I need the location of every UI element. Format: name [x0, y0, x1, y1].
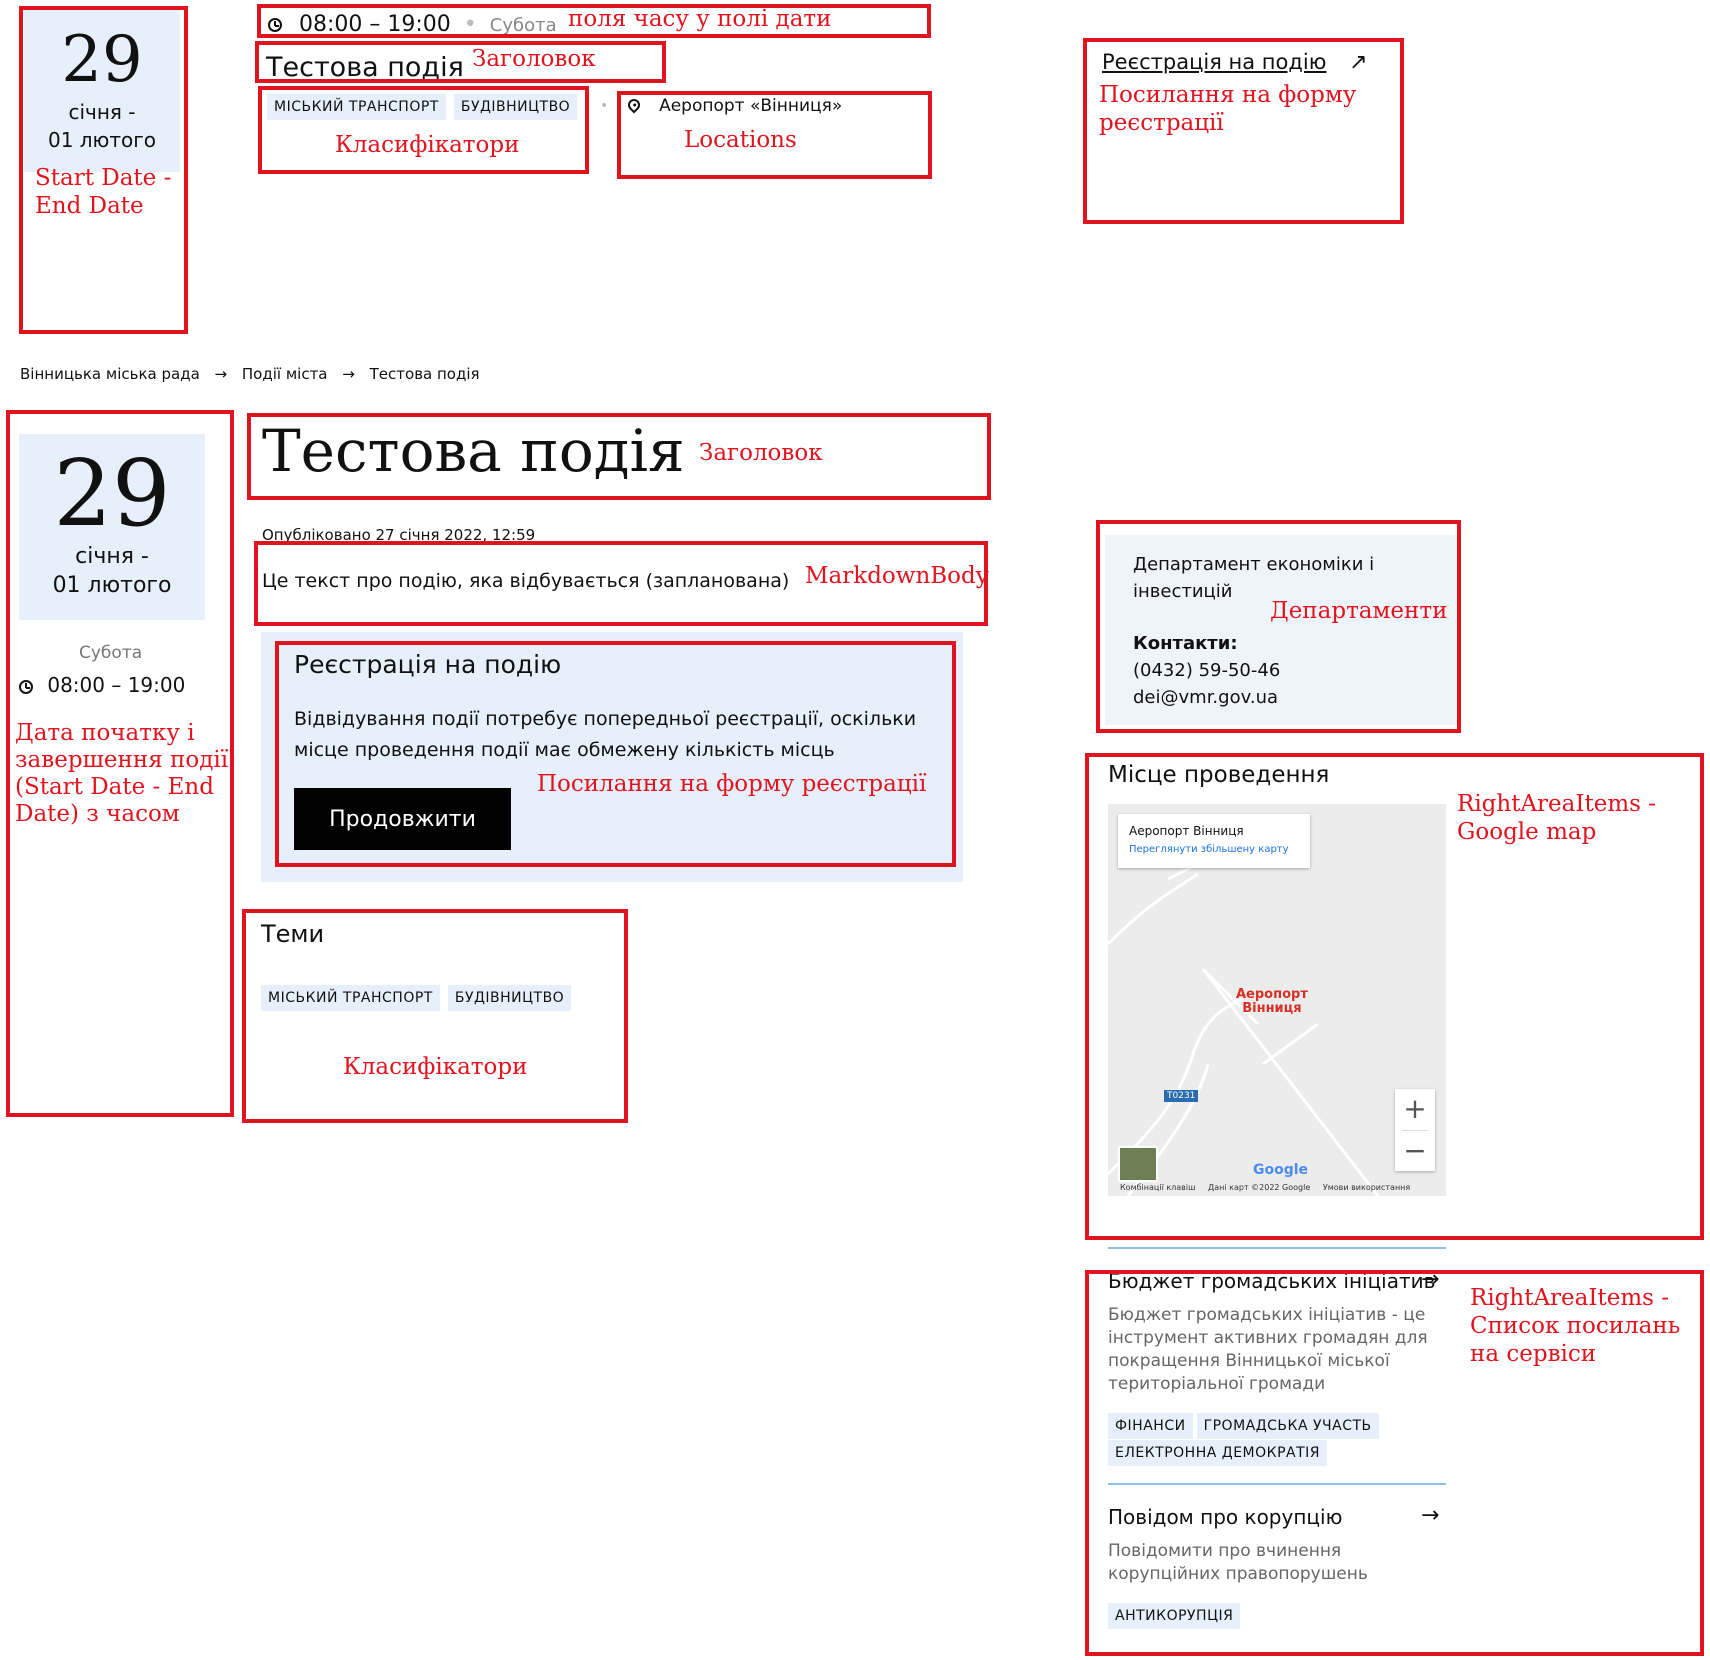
arrow-right-icon: → [342, 365, 355, 383]
annotation-right-list-3: на сервіси [1470, 1341, 1597, 1367]
breadcrumb: Вінницька міська рада → Події міста → Те… [20, 365, 480, 383]
annotation-box-title2 [247, 413, 991, 500]
annotation-title: Заголовок [472, 46, 596, 72]
annotation-right-list-1: RightAreaItems - [1470, 1285, 1670, 1311]
annotation-right-map-1: RightAreaItems - [1457, 791, 1657, 817]
annotation-box-map [1085, 753, 1704, 1240]
annotation-right-list-2: Список посилань [1470, 1313, 1681, 1339]
annotation-box-themes [242, 909, 628, 1123]
dot-separator: • [600, 98, 609, 114]
annotation-reg-link-1: Посилання на форму [1099, 82, 1357, 108]
annotation-datetime-3: (Start Date - End [15, 774, 214, 800]
breadcrumb-item[interactable]: Вінницька міська рада [20, 365, 200, 383]
annotation-box-department [1096, 520, 1461, 733]
annotation-departments: Департаменти [1270, 598, 1448, 624]
annotation-locations: Locations [684, 127, 797, 153]
annotation-classifiers: Класифікатори [335, 132, 520, 158]
annotation-right-map-2: Google map [1457, 819, 1597, 845]
breadcrumb-item[interactable]: Події міста [242, 365, 328, 383]
divider [1108, 1247, 1446, 1249]
annotation-start-end-1: Start Date - [35, 165, 172, 191]
annotation-classifiers2: Класифікатори [343, 1054, 528, 1080]
annotation-box-title [255, 41, 666, 83]
annotation-box-classifiers [258, 86, 589, 174]
arrow-right-icon: → [214, 365, 228, 383]
annotation-time-fields: поля часу у полі дати [568, 6, 832, 32]
annotation-box-registration [275, 641, 956, 867]
annotation-title2: Заголовок [699, 440, 823, 466]
annotation-datetime-1: Дата початку і [15, 720, 195, 746]
breadcrumb-item-current: Тестова подія [369, 365, 480, 383]
annotation-markdown: MarkdownBody [805, 563, 989, 589]
annotation-start-end-2: End Date [35, 193, 144, 219]
annotation-datetime-4: Date) з часом [15, 801, 180, 827]
annotation-reg-link-2: реєстрації [1099, 110, 1224, 136]
annotation-reg-form-link: Посилання на форму реєстрації [537, 771, 927, 797]
annotation-datetime-2: завершення події [15, 747, 229, 773]
